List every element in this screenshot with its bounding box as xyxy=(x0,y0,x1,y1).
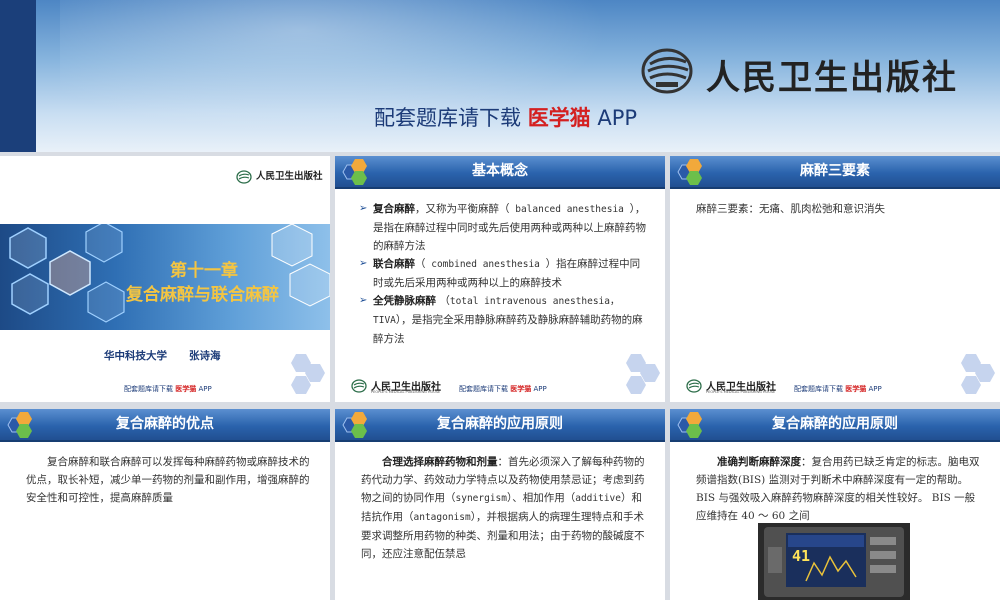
principle-lead: 准确判断麻醉深度 xyxy=(717,456,801,468)
bis-reading: 41 xyxy=(792,547,811,565)
author-line: 华中科技大学 张诗海 xyxy=(104,348,221,363)
author-name: 张诗海 xyxy=(189,350,221,362)
slide-download-promo: 配套题库请下载 医学猫 APP xyxy=(794,384,882,394)
promo-prefix: 配套题库请下载 xyxy=(374,106,521,130)
hexagon-pattern-icon xyxy=(9,224,330,323)
university-name: 华中科技大学 xyxy=(104,350,167,362)
term: 联合麻醉 xyxy=(373,258,415,270)
body-segment: ）、相加作用（ xyxy=(506,492,576,504)
term: 复合麻醉 xyxy=(373,203,415,215)
list-item: ➢ 复合麻醉，又称为平衡麻醉（ balanced anesthesia ），是指… xyxy=(359,200,649,255)
promo-brand: 医学猫 xyxy=(510,385,532,393)
term-english: additive xyxy=(575,493,621,504)
bis-monitor-photo: 41 xyxy=(758,523,910,600)
term-english: synergism xyxy=(455,493,507,504)
term-definition: ），是指完全采用静脉麻醉药及静脉麻醉辅助药物的麻醉方法 xyxy=(373,314,643,345)
download-promo: 配套题库请下载 医学猫 APP xyxy=(374,102,637,132)
promo-brand: 医学猫 xyxy=(845,385,867,393)
publisher-emblem-icon xyxy=(641,48,693,94)
decorative-hexagons-icon xyxy=(626,354,660,394)
slide-publisher-logo: 人民卫生出版社 xyxy=(236,168,326,186)
bullet-arrow-icon: ➢ xyxy=(359,203,368,214)
promo-brand: 医学猫 xyxy=(527,106,591,130)
promo-app: APP xyxy=(597,106,638,130)
term-english: antagonism xyxy=(413,512,471,523)
publisher-name: 人民卫生出版社 xyxy=(256,171,323,182)
slide-body: 麻醉三要素：无痛、肌肉松弛和意识消失 xyxy=(696,203,885,215)
slide-body: 合理选择麻醉药物和剂量：首先必须深入了解每种药物的药代动力学、药效动力学特点以及… xyxy=(361,453,645,563)
monitor-device-icon xyxy=(758,523,910,600)
publisher-emblem-icon xyxy=(686,379,702,393)
promo-prefix: 配套题库请下载 xyxy=(794,385,843,393)
publisher-name-english: PEOPLE'S MEDICAL PUBLISHING HOUSE xyxy=(706,390,776,394)
slide-title: 复合麻醉的应用原则 xyxy=(772,416,898,432)
term-text: （ xyxy=(415,258,426,270)
publisher-logo: 人民卫生出版社 xyxy=(640,46,960,102)
slide-thumbnail-basic-concepts[interactable]: 基本概念 ➢ 复合麻醉，又称为平衡麻醉（ balanced anesthesia… xyxy=(335,156,665,402)
publisher-name-english: PEOPLE'S MEDICAL PUBLISHING HOUSE xyxy=(371,390,441,394)
concept-list: ➢ 复合麻醉，又称为平衡麻醉（ balanced anesthesia ），是指… xyxy=(359,200,649,348)
slide-header: 麻醉三要素 xyxy=(670,156,1000,189)
promo-prefix: 配套题库请下载 xyxy=(124,385,173,393)
list-item: ➢ 联合麻醉（ combined anesthesia ）指在麻醉过程中同时或先… xyxy=(359,255,649,292)
promo-brand: 医学猫 xyxy=(175,385,197,393)
publisher-emblem-icon xyxy=(351,379,367,393)
slide-thumbnail-principles-depth[interactable]: 复合麻醉的应用原则 准确判断麻醉深度：复合用药已缺乏肯定的标志。脑电双频谱指数(… xyxy=(670,409,1000,600)
publisher-emblem-icon xyxy=(236,170,252,184)
promo-app: APP xyxy=(868,385,882,393)
slide-title: 麻醉三要素 xyxy=(800,163,870,179)
term-text: （ xyxy=(436,295,450,307)
promo-app: APP xyxy=(533,385,547,393)
slide-title: 复合麻醉的优点 xyxy=(116,416,214,432)
slide-header: 基本概念 xyxy=(335,156,665,189)
decorative-hexagons-icon xyxy=(961,354,995,394)
slide-title: 复合麻醉的应用原则 xyxy=(437,416,563,432)
slide-thumbnail-advantages[interactable]: 复合麻醉的优点 复合麻醉和联合麻醉可以发挥每种麻醉药物或麻醉技术的优点，取长补短… xyxy=(0,409,330,600)
top-banner: 人民卫生出版社 配套题库请下载 医学猫 APP xyxy=(0,0,1000,152)
slide-body: 复合麻醉和联合麻醉可以发挥每种麻醉药物或麻醉技术的优点，取长补短，减少单一药物的… xyxy=(26,456,310,504)
bullet-arrow-icon: ➢ xyxy=(359,295,368,306)
slide-download-promo: 配套题库请下载 医学猫 APP xyxy=(124,384,212,394)
chapter-number: 第十一章 xyxy=(170,261,238,281)
slide-header: 复合麻醉的应用原则 xyxy=(670,409,1000,442)
slide-body: 准确判断麻醉深度：复合用药已缺乏肯定的标志。脑电双频谱指数(BIS) 监测对于判… xyxy=(696,453,980,525)
term-english: combined anesthesia xyxy=(425,259,546,270)
slide-download-promo: 配套题库请下载 医学猫 APP xyxy=(459,384,547,394)
publisher-name: 人民卫生出版社 xyxy=(706,58,958,98)
slide-thumbnail-three-elements[interactable]: 麻醉三要素 麻醉三要素：无痛、肌肉松弛和意识消失 人民卫生出版社 PEOPLE'… xyxy=(670,156,1000,402)
bullet-arrow-icon: ➢ xyxy=(359,258,368,269)
slide-thumbnail-title[interactable]: 人民卫生出版社 第十一章 复合麻醉与联合麻醉 华中科技大学 张诗海 配套题库请下载… xyxy=(0,156,330,402)
term-english: balanced anesthesia xyxy=(509,204,630,215)
slide-header: 复合麻醉的优点 xyxy=(0,409,330,442)
slide-title: 基本概念 xyxy=(472,163,528,179)
promo-prefix: 配套题库请下载 xyxy=(459,385,508,393)
term: 全凭静脉麻醉 xyxy=(373,295,436,307)
slide-thumbnail-principles-drugs[interactable]: 复合麻醉的应用原则 合理选择麻醉药物和剂量：首先必须深入了解每种药物的药代动力学… xyxy=(335,409,665,600)
banner-stripe xyxy=(0,0,36,152)
chapter-banner-image: 第十一章 复合麻醉与联合麻醉 xyxy=(0,224,330,330)
slide-publisher-logo: 人民卫生出版社 PEOPLE'S MEDICAL PUBLISHING HOUS… xyxy=(351,378,451,396)
list-item: ➢ 全凭静脉麻醉 （total intravenous anesthesia，T… xyxy=(359,292,649,348)
slide-publisher-logo: 人民卫生出版社 PEOPLE'S MEDICAL PUBLISHING HOUS… xyxy=(686,378,786,396)
term-text: ，又称为平衡麻醉（ xyxy=(415,203,510,215)
principle-lead: 合理选择麻醉药物和剂量 xyxy=(382,456,498,468)
slide-header: 复合麻醉的应用原则 xyxy=(335,409,665,442)
decorative-hexagons-icon xyxy=(291,354,325,394)
promo-app: APP xyxy=(198,385,212,393)
chapter-title: 复合麻醉与联合麻醉 xyxy=(126,285,279,305)
